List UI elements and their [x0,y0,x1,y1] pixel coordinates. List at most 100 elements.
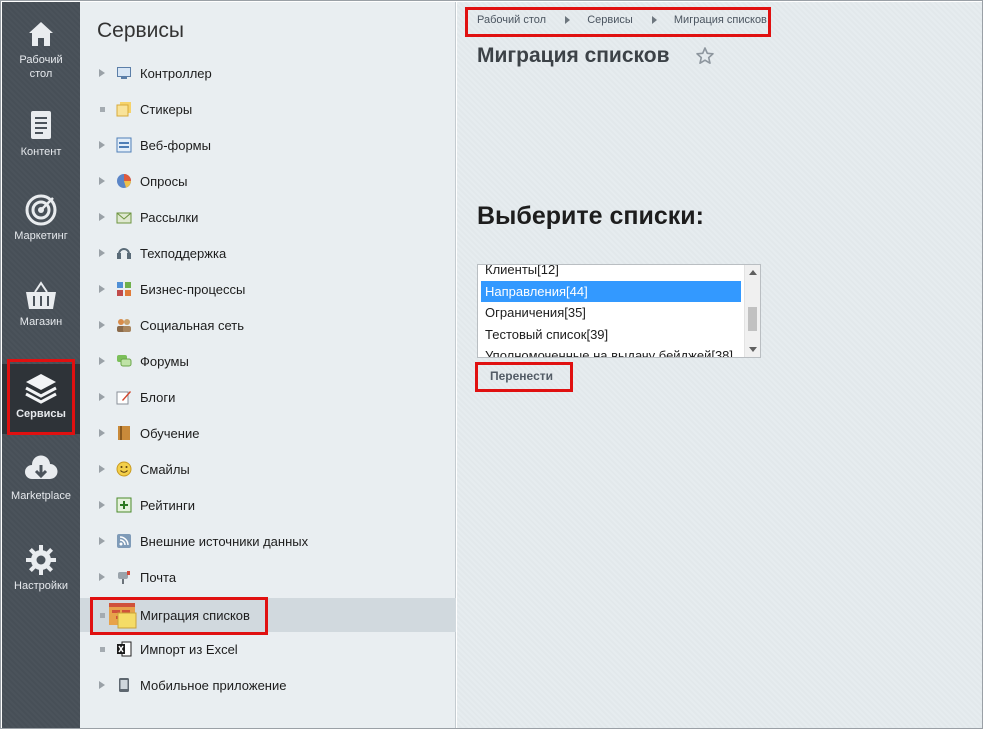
services-item-label: Рассылки [140,210,199,225]
expand-arrow-icon[interactable] [99,321,105,329]
mobile-icon [119,678,129,692]
services-item-label: Социальная сеть [140,318,244,333]
rail-item-content[interactable]: Контент [2,108,80,188]
expand-arrow-icon[interactable] [99,537,105,545]
app-window: Рабочий стол Контент Маркетинг Магазин С… [0,0,983,729]
webform-icon [116,137,132,153]
workflow-icon [117,282,131,296]
bullet-icon [100,647,105,652]
services-item-webforms[interactable]: Веб-формы [80,128,456,162]
services-item-label: Бизнес-процессы [140,282,246,297]
services-item-smileys[interactable]: Смайлы [80,452,456,486]
rail-item-marketing[interactable]: Маркетинг [2,192,80,272]
smiley-icon [116,461,132,477]
rating-icon [116,497,132,513]
list-option[interactable]: Клиенты[12] [478,265,744,281]
services-item-learning[interactable]: Обучение [80,416,456,450]
services-item-blogs[interactable]: Блоги [80,380,456,414]
poll-icon [117,174,131,188]
social-network-icon [117,319,131,332]
sticker-icon [116,102,131,117]
services-item-social-network[interactable]: Социальная сеть [80,308,456,342]
headset-icon [117,248,131,259]
mail-envelope-icon [116,212,132,224]
expand-arrow-icon[interactable] [99,429,105,437]
services-item-mobile-app[interactable]: Мобильное приложение [80,668,456,702]
expand-arrow-icon[interactable] [99,249,105,257]
services-item-label: Импорт из Excel [140,642,238,657]
rail-label: Магазин [19,316,63,328]
services-item-controller[interactable]: Контроллер [80,56,456,90]
rail-label: Рабочий [19,54,63,66]
services-item-label: Обучение [140,426,200,441]
rail-item-settings[interactable]: Настройки [2,542,80,622]
document-icon [31,111,51,139]
services-item-label: Почта [140,570,177,585]
listbox-scrollbar[interactable] [744,265,760,357]
expand-arrow-icon[interactable] [99,213,105,221]
scroll-up-arrow-icon[interactable] [749,270,757,275]
services-title: Сервисы [97,19,185,42]
rail-item-desktop[interactable]: Рабочий стол [2,16,80,96]
cloud-download-icon [25,455,58,479]
services-item-label: Блоги [140,390,176,405]
expand-arrow-icon[interactable] [99,465,105,473]
services-item-forums[interactable]: Форумы [80,344,456,378]
controller-icon [117,67,131,79]
services-item-support[interactable]: Техподдержка [80,236,456,270]
forum-icon [117,355,132,367]
rail-label: Контент [20,146,62,158]
choose-lists-heading: Выберите списки: [477,202,704,230]
services-item-label: Опросы [140,174,188,189]
services-item-label: Стикеры [140,102,193,117]
expand-arrow-icon[interactable] [99,141,105,149]
rail-item-shop[interactable]: Магазин [2,278,80,358]
services-item-mailings[interactable]: Рассылки [80,200,456,234]
services-item-label: Рейтинги [140,498,195,513]
expand-arrow-icon[interactable] [99,69,105,77]
expand-arrow-icon[interactable] [99,285,105,293]
expand-arrow-icon[interactable] [99,177,105,185]
blog-icon [116,391,131,405]
rail-label-2: стол [29,68,53,80]
book-icon [118,426,130,440]
basket-icon [26,281,56,309]
list-option[interactable]: Уполномоченные на выдачу бейджей[38] [478,345,744,357]
lists-multiselect[interactable]: Клиенты[12] Направления[44] Ограничения[… [477,264,761,358]
highlight-box [7,359,75,435]
services-item-label: Форумы [140,354,189,369]
list-option[interactable]: Тестовый список[39] [478,324,744,346]
excel-icon [117,641,132,657]
home-icon [29,22,53,46]
gear-icon [26,545,56,575]
rail-label: Marketplace [11,490,71,502]
expand-arrow-icon[interactable] [99,681,105,689]
expand-arrow-icon[interactable] [99,393,105,401]
services-item-ratings[interactable]: Рейтинги [80,488,456,522]
services-item-excel-import[interactable]: Импорт из Excel [80,632,456,666]
rail-label: Маркетинг [14,230,68,242]
list-option[interactable]: Ограничения[35] [478,302,744,324]
services-item-label: Веб-формы [140,138,211,153]
bullet-icon [100,107,105,112]
expand-arrow-icon[interactable] [99,573,105,581]
lists-options: Клиенты[12] Направления[44] Ограничения[… [478,265,744,357]
favorite-star-icon[interactable] [695,46,715,66]
services-item-external-data[interactable]: Внешние источники данных [80,524,456,558]
services-item-label: Внешние источники данных [140,534,309,549]
rail-label: Настройки [14,580,68,592]
services-item-polls[interactable]: Опросы [80,164,456,198]
scrollbar-thumb[interactable] [748,307,757,331]
expand-arrow-icon[interactable] [99,357,105,365]
services-item-business-processes[interactable]: Бизнес-процессы [80,272,456,306]
services-item-label: Контроллер [140,66,212,81]
rail-item-marketplace[interactable]: Marketplace [2,452,80,532]
list-option-selected[interactable]: Направления[44] [481,280,741,302]
rss-icon [117,534,131,548]
highlight-box [90,597,268,635]
expand-arrow-icon[interactable] [99,501,105,509]
services-item-mail[interactable]: Почта [80,560,456,594]
highlight-box [465,7,771,37]
scroll-down-arrow-icon[interactable] [749,347,757,352]
services-item-stickers[interactable]: Стикеры [80,92,456,126]
